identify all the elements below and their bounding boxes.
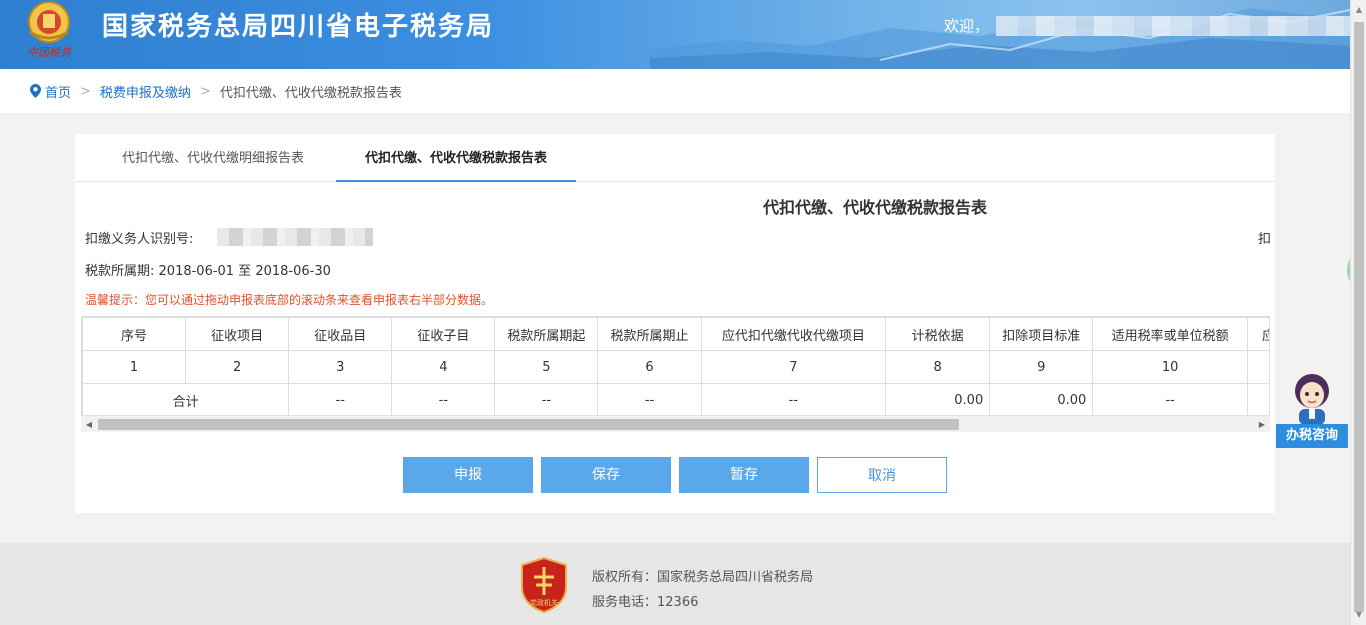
report-panel: 代扣代缴、代收代缴明细报告表 代扣代缴、代收代缴税款报告表 代扣代缴、代收代缴税… [75, 134, 1275, 513]
table-header-row: 序号 征收项目 征收品目 征收子目 税款所属期起 税款所属期止 应代扣代缴代收代… [82, 317, 1269, 351]
table-cell: 11 [1246, 350, 1269, 384]
temp-save-button[interactable]: 暂存 [679, 457, 809, 493]
user-name-redacted [996, 16, 1350, 36]
scrollbar-thumb[interactable] [98, 419, 959, 430]
location-pin-icon [30, 84, 41, 98]
table-cell: 4 [391, 350, 496, 384]
table-cell: -- [597, 383, 702, 417]
col-header: 征收项目 [185, 317, 290, 351]
table-total-row: 合计 -- -- -- -- -- 0.00 0.00 -- [82, 383, 1269, 417]
taxpayer-id-label: 扣缴义务人识别号: [85, 232, 194, 247]
scroll-left-arrow-icon[interactable]: ◀ [81, 416, 97, 433]
col-header: 应减免税 [1246, 317, 1269, 351]
footer-copyright: 版权所有：国家税务总局四川省税务局 [592, 570, 814, 585]
table-horizontal-scrollbar[interactable]: ◀ ▶ [81, 415, 1270, 432]
site-footer: 党政机关 版权所有：国家税务总局四川省税务局 服务电话：12366 [0, 543, 1350, 625]
table-cell: 10 [1092, 350, 1248, 384]
total-label: 合计 [82, 383, 290, 417]
table-cell: 8 [885, 350, 991, 384]
breadcrumb-separator: > [80, 83, 91, 99]
col-header: 税款所属期止 [597, 317, 702, 351]
table-cell: -- [494, 383, 599, 417]
table-cell: -- [288, 383, 393, 417]
col-header: 税款所属期起 [494, 317, 599, 351]
scroll-up-arrow-icon[interactable]: ▲ [1351, 2, 1366, 18]
table-cell: 1 [82, 350, 187, 384]
logo-text: 党政机关 [530, 598, 558, 607]
site-title: 国家税务总局四川省电子税务局 [102, 12, 495, 42]
taxpayer-id-redacted [217, 228, 373, 246]
scroll-down-arrow-icon[interactable]: ▼ [1351, 607, 1366, 623]
table-cell: 6 [597, 350, 702, 384]
table-cell: 7 [700, 350, 887, 384]
deduction-total: 0.00 [989, 383, 1094, 417]
col-header: 征收品目 [288, 317, 393, 351]
table-cell: 9 [989, 350, 1094, 384]
table-cell: 5 [494, 350, 599, 384]
breadcrumb-separator: > [199, 83, 211, 99]
tax-consult-label: 办税咨询 [1276, 424, 1348, 448]
truncated-label: 扣 [1258, 232, 1272, 247]
assistant-avatar-icon [1295, 374, 1329, 425]
tax-period: 税款所属期: 2018-06-01 至 2018-06-30 [85, 260, 331, 279]
report-title: 代扣代缴、代收代缴税款报告表 [762, 198, 987, 217]
col-header: 序号 [82, 317, 187, 351]
party-government-logo: 党政机关 [521, 557, 567, 613]
col-header: 适用税率或单位税额 [1092, 317, 1248, 351]
emblem-text: 中国税务 [27, 46, 72, 59]
scroll-right-arrow-icon[interactable]: ▶ [1254, 416, 1270, 433]
footer-phone: 服务电话：12366 [592, 595, 699, 610]
breadcrumb-current: 代扣代缴、代收代缴税款报告表 [219, 85, 402, 101]
table-cell: -- [1092, 383, 1248, 417]
page-vertical-scrollbar[interactable]: ▲ ▼ [1350, 0, 1366, 625]
tax-period-label: 税款所属期: [85, 264, 155, 279]
save-button[interactable]: 保存 [541, 457, 671, 493]
breadcrumb: 首页 > 税费申报及缴纳 > 代扣代缴、代收代缴税款报告表 [0, 69, 1350, 113]
declare-button[interactable]: 申报 [403, 457, 533, 493]
col-header: 应代扣代缴代收代缴项目 [700, 317, 887, 351]
page-scrollbar-thumb[interactable] [1354, 22, 1364, 612]
tax-period-value: 2018-06-01 至 2018-06-30 [158, 264, 331, 279]
breadcrumb-home-link[interactable]: 首页 [45, 82, 71, 101]
table-index-row: 1 2 3 4 5 6 7 8 9 10 11 [82, 350, 1269, 384]
table-cell: 2 [185, 350, 290, 384]
site-header: 中国税务 国家税务总局四川省电子税务局 欢迎， [0, 0, 1350, 69]
tax-consult-widget[interactable]: 办税咨询 [1276, 371, 1348, 448]
cancel-button[interactable]: 取消 [817, 457, 947, 493]
col-header: 计税依据 [885, 317, 991, 351]
welcome-text: 欢迎， [944, 17, 990, 35]
tab-detail-report[interactable]: 代扣代缴、代收代缴明细报告表 [93, 134, 333, 182]
tab-tax-report[interactable]: 代扣代缴、代收代缴税款报告表 [336, 134, 576, 182]
tax-basis-total: 0.00 [885, 383, 991, 417]
table-cell: 3 [288, 350, 393, 384]
report-table-container: 序号 征收项目 征收品目 征收子目 税款所属期起 税款所属期止 应代扣代缴代收代… [81, 316, 1270, 431]
breadcrumb-level1-link[interactable]: 税费申报及缴纳 [100, 82, 191, 101]
tab-bar: 代扣代缴、代收代缴明细报告表 代扣代缴、代收代缴税款报告表 [75, 134, 1275, 182]
report-table: 序号 征收项目 征收品目 征收子目 税款所属期起 税款所属期止 应代扣代缴代收代… [82, 317, 1269, 417]
table-cell: -- [391, 383, 496, 417]
tax-emblem-logo: 中国税务 [27, 1, 72, 59]
col-header: 扣除项目标准 [989, 317, 1094, 351]
table-cell: -- [700, 383, 887, 417]
warm-tip: 温馨提示：您可以通过拖动申报表底部的滚动条来查看申报表右半部分数据。 [85, 293, 494, 307]
table-cell [1246, 383, 1269, 417]
col-header: 征收子目 [391, 317, 496, 351]
